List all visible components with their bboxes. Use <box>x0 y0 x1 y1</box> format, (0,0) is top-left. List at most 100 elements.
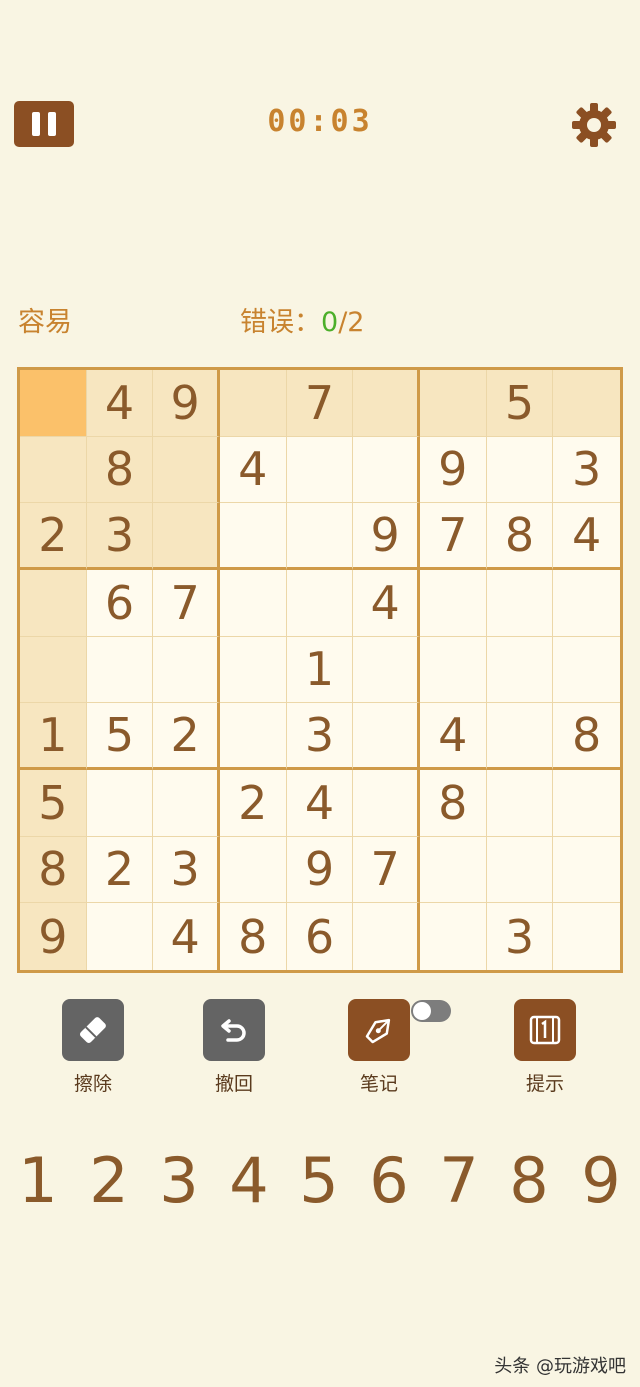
sudoku-cell[interactable]: 2 <box>219 769 287 837</box>
sudoku-cell[interactable] <box>553 370 620 437</box>
number-key-1[interactable]: 1 <box>3 1140 73 1220</box>
sudoku-cell[interactable]: 7 <box>153 569 220 637</box>
sudoku-cell[interactable]: 2 <box>153 703 220 770</box>
sudoku-cell[interactable] <box>286 569 354 637</box>
sudoku-cell[interactable] <box>153 436 220 504</box>
hint-button[interactable] <box>514 999 576 1061</box>
eraser-button[interactable] <box>62 999 124 1061</box>
sudoku-cell[interactable]: 9 <box>419 436 487 504</box>
sudoku-cell[interactable]: 5 <box>20 769 87 837</box>
sudoku-cell[interactable]: 6 <box>286 903 354 970</box>
number-key-4[interactable]: 4 <box>214 1140 284 1220</box>
number-key-8[interactable]: 8 <box>494 1140 564 1220</box>
sudoku-cell[interactable] <box>486 569 554 637</box>
sudoku-cell[interactable] <box>353 903 420 970</box>
sudoku-cell[interactable] <box>219 836 287 904</box>
settings-button[interactable] <box>570 101 618 149</box>
sudoku-cell[interactable] <box>419 370 487 437</box>
sudoku-cell[interactable] <box>20 569 87 637</box>
sudoku-cell[interactable]: 3 <box>553 436 620 504</box>
sudoku-cell[interactable] <box>20 436 87 504</box>
sudoku-cell[interactable]: 4 <box>153 903 220 970</box>
sudoku-cell[interactable] <box>219 569 287 637</box>
sudoku-cell[interactable]: 3 <box>486 903 554 970</box>
eraser-tool[interactable]: 擦除 <box>48 995 138 1096</box>
sudoku-cell[interactable]: 1 <box>20 703 87 770</box>
sudoku-cell[interactable] <box>486 769 554 837</box>
sudoku-cell[interactable]: 9 <box>353 503 420 570</box>
number-key-7[interactable]: 7 <box>424 1140 494 1220</box>
sudoku-cell[interactable] <box>553 903 620 970</box>
sudoku-cell[interactable]: 4 <box>86 370 154 437</box>
sudoku-cell[interactable]: 8 <box>219 903 287 970</box>
number-key-3[interactable]: 3 <box>144 1140 214 1220</box>
number-key-6[interactable]: 6 <box>354 1140 424 1220</box>
sudoku-cell[interactable]: 8 <box>553 703 620 770</box>
difficulty-label: 容易 <box>18 307 72 338</box>
sudoku-cell[interactable] <box>486 636 554 704</box>
sudoku-cell[interactable]: 8 <box>419 769 487 837</box>
sudoku-cell[interactable]: 3 <box>153 836 220 904</box>
hint-tool[interactable]: 提示 <box>500 995 590 1096</box>
sudoku-cell[interactable] <box>553 636 620 704</box>
sudoku-cell[interactable]: 4 <box>353 569 420 637</box>
sudoku-cell[interactable] <box>153 503 220 570</box>
sudoku-cell[interactable] <box>153 636 220 704</box>
sudoku-cell[interactable]: 8 <box>20 836 87 904</box>
sudoku-cell[interactable]: 4 <box>419 703 487 770</box>
sudoku-cell[interactable] <box>353 769 420 837</box>
sudoku-cell[interactable] <box>286 436 354 504</box>
sudoku-cell[interactable] <box>219 370 287 437</box>
sudoku-cell[interactable] <box>86 903 154 970</box>
sudoku-cell[interactable] <box>419 636 487 704</box>
sudoku-cell[interactable]: 8 <box>486 503 554 570</box>
sudoku-cell[interactable] <box>353 436 420 504</box>
sudoku-cell[interactable]: 2 <box>86 836 154 904</box>
sudoku-cell[interactable] <box>486 436 554 504</box>
undo-button[interactable] <box>203 999 265 1061</box>
sudoku-cell[interactable]: 9 <box>153 370 220 437</box>
sudoku-cell[interactable]: 7 <box>419 503 487 570</box>
sudoku-cell[interactable] <box>553 836 620 904</box>
sudoku-cell[interactable] <box>219 503 287 570</box>
sudoku-cell[interactable] <box>553 769 620 837</box>
sudoku-cell[interactable]: 4 <box>553 503 620 570</box>
notes-button[interactable] <box>348 999 410 1061</box>
sudoku-cell[interactable] <box>86 636 154 704</box>
sudoku-cell[interactable]: 6 <box>86 569 154 637</box>
sudoku-cell[interactable] <box>553 569 620 637</box>
sudoku-cell[interactable] <box>353 636 420 704</box>
sudoku-cell[interactable] <box>153 769 220 837</box>
sudoku-cell[interactable]: 9 <box>286 836 354 904</box>
sudoku-cell[interactable]: 8 <box>86 436 154 504</box>
sudoku-cell[interactable] <box>286 503 354 570</box>
sudoku-cell[interactable] <box>219 703 287 770</box>
sudoku-cell[interactable] <box>486 703 554 770</box>
sudoku-cell[interactable] <box>353 370 420 437</box>
sudoku-cell[interactable] <box>419 903 487 970</box>
sudoku-cell[interactable] <box>353 703 420 770</box>
sudoku-cell[interactable]: 5 <box>486 370 554 437</box>
sudoku-cell[interactable] <box>419 836 487 904</box>
sudoku-cell[interactable]: 7 <box>353 836 420 904</box>
sudoku-cell[interactable]: 2 <box>20 503 87 570</box>
number-key-2[interactable]: 2 <box>74 1140 144 1220</box>
sudoku-cell[interactable]: 3 <box>86 503 154 570</box>
sudoku-cell[interactable]: 4 <box>219 436 287 504</box>
sudoku-cell[interactable]: 1 <box>286 636 354 704</box>
sudoku-cell[interactable]: 5 <box>86 703 154 770</box>
sudoku-cell[interactable]: 7 <box>286 370 354 437</box>
sudoku-cell[interactable] <box>86 769 154 837</box>
sudoku-cell[interactable] <box>20 370 87 437</box>
sudoku-cell[interactable]: 3 <box>286 703 354 770</box>
undo-tool[interactable]: 撤回 <box>189 995 279 1096</box>
sudoku-cell[interactable] <box>486 836 554 904</box>
number-key-5[interactable]: 5 <box>284 1140 354 1220</box>
notes-toggle[interactable] <box>411 1000 451 1022</box>
sudoku-cell[interactable] <box>419 569 487 637</box>
number-key-9[interactable]: 9 <box>566 1140 636 1220</box>
sudoku-cell[interactable] <box>219 636 287 704</box>
sudoku-cell[interactable]: 4 <box>286 769 354 837</box>
sudoku-cell[interactable] <box>20 636 87 704</box>
sudoku-cell[interactable]: 9 <box>20 903 87 970</box>
